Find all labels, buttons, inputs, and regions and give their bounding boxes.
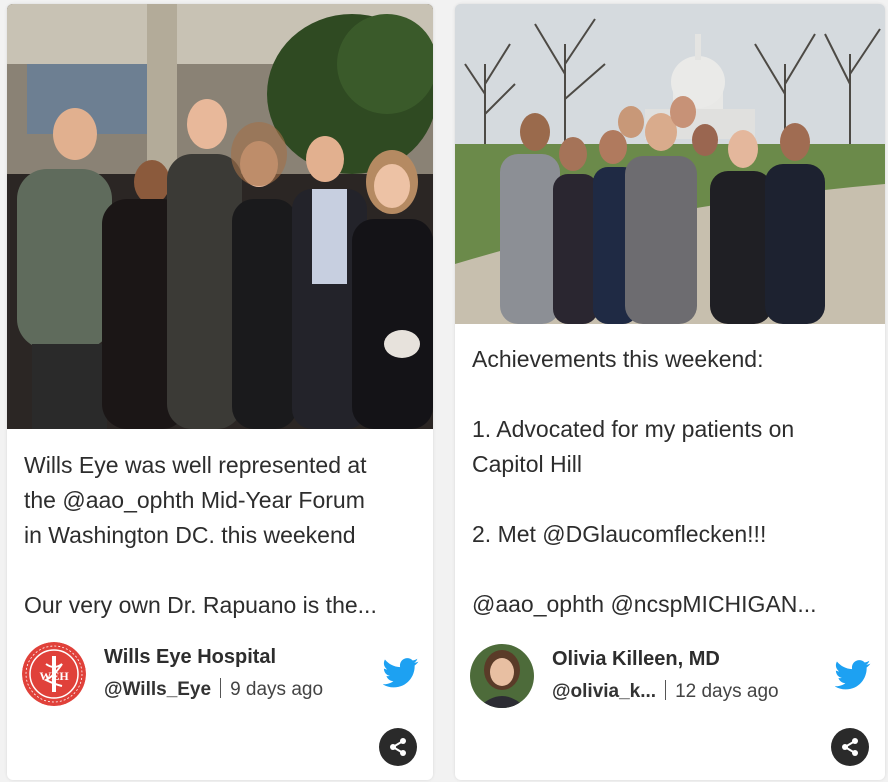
svg-text:WEH: WEH bbox=[39, 669, 69, 683]
author-name[interactable]: Olivia Killeen, MD bbox=[552, 648, 720, 671]
author-handle[interactable]: @olivia_k... bbox=[552, 681, 656, 702]
post-time: 9 days ago bbox=[230, 679, 324, 700]
author-handle[interactable]: @Wills_Eye bbox=[104, 679, 211, 700]
meta-divider bbox=[665, 680, 667, 700]
post-text: Achievements this weekend: 1. Advocated … bbox=[472, 346, 817, 617]
author-avatar[interactable] bbox=[470, 644, 534, 708]
author-avatar[interactable]: WEH bbox=[22, 642, 86, 706]
twitter-icon[interactable] bbox=[382, 658, 419, 688]
post-card[interactable]: Wills Eye was well represented at the @a… bbox=[7, 4, 433, 780]
share-icon[interactable] bbox=[831, 728, 869, 766]
post-author[interactable]: Olivia Killeen, MD @olivia_k... 12 days a… bbox=[470, 640, 871, 712]
post-text: Wills Eye was well represented at the @a… bbox=[24, 452, 377, 618]
post-time: 12 days ago bbox=[675, 681, 779, 702]
author-meta: @olivia_k... 12 days ago bbox=[552, 680, 779, 703]
post-photo[interactable] bbox=[7, 4, 433, 429]
share-icon[interactable] bbox=[379, 728, 417, 766]
meta-divider bbox=[220, 678, 222, 698]
post-photo[interactable] bbox=[455, 4, 885, 324]
post-author[interactable]: WEH Wills Eye Hospital @Wills_Eye 9 days … bbox=[22, 638, 419, 710]
author-name[interactable]: Wills Eye Hospital bbox=[104, 646, 276, 669]
post-card[interactable]: Achievements this weekend: 1. Advocated … bbox=[455, 4, 885, 780]
twitter-icon[interactable] bbox=[834, 660, 871, 690]
author-meta: @Wills_Eye 9 days ago bbox=[104, 678, 323, 701]
